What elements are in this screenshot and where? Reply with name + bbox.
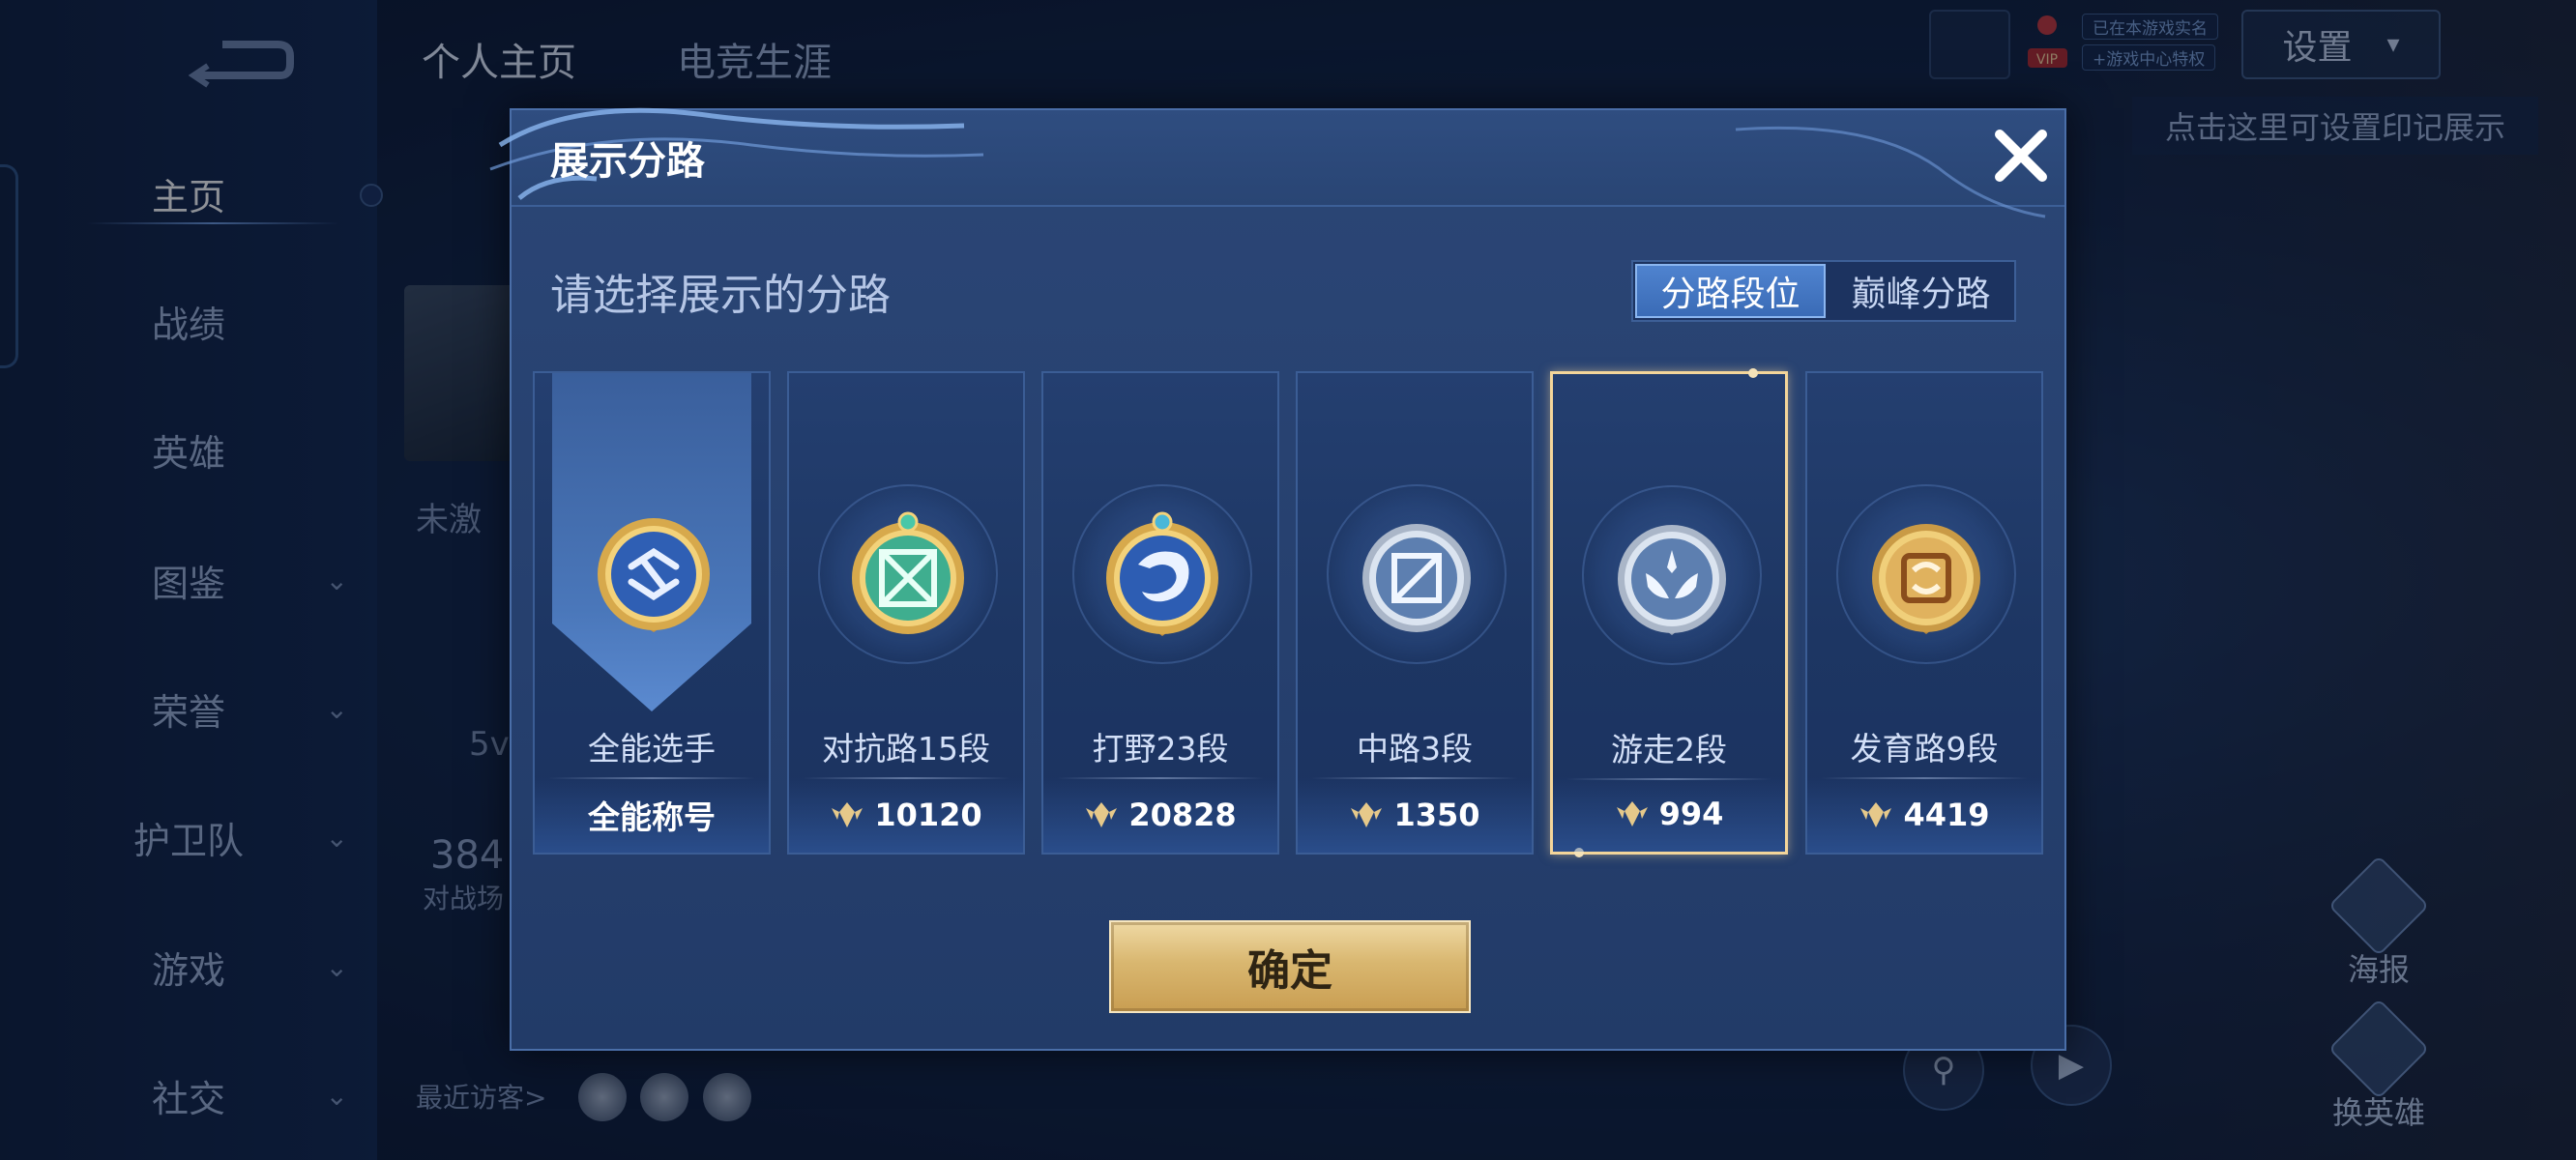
lane-card-clash[interactable]: 对抗路15段 10120 [787,371,1025,855]
lane-card-label: 发育路9段 [1850,730,1999,768]
lane-card-all-round[interactable]: 全能选手 全能称号 [533,371,771,855]
lane-score-icon [1086,802,1118,827]
dialog-title: 展示分路 [550,139,705,184]
confirm-button[interactable]: 确定 [1109,920,1471,1013]
mid-lane-emblem-icon [1362,524,1471,632]
lane-score-value: 994 [1658,796,1724,832]
card-footer: 20828 [1043,777,1277,853]
corner-sparkle [1748,368,1758,378]
close-icon [1995,130,2047,182]
lane-display-dialog: 展示分路 请选择展示的分路 分路段位 巅峰分路 全能选手 全能称号 对抗路15段… [489,107,2066,1051]
card-footer: 994 [1553,776,1785,852]
roam-emblem-icon [1618,525,1726,635]
lane-card-jungle[interactable]: 打野23段 20828 [1041,371,1279,855]
lane-card-value: 全能称号 [588,798,716,836]
dialog-header [512,110,2064,207]
card-footer: 1350 [1298,777,1532,853]
lane-card-label: 全能选手 [588,730,716,768]
lane-card-label: 游走2段 [1611,731,1727,768]
lane-score-value: 4419 [1903,797,1990,833]
lane-score-icon [1860,802,1892,827]
close-button[interactable] [1985,120,2057,191]
lane-card-label: 中路3段 [1357,730,1473,768]
card-footer: 4419 [1807,777,2041,853]
lane-card-label: 打野23段 [1092,730,1229,768]
card-footer: 全能称号 [535,777,769,853]
card-footer: 10120 [789,777,1023,853]
lane-type-toggle: 分路段位 巅峰分路 [1631,260,2016,322]
clash-lane-emblem-icon [852,511,964,634]
lane-score-value: 20828 [1128,797,1237,833]
jungle-emblem-icon [1106,511,1218,636]
lane-card-list: 全能选手 全能称号 对抗路15段 10120 打野23段 20828 中路3段 … [533,368,2047,857]
all-round-emblem-icon [598,518,710,632]
lane-score-value: 10120 [874,797,982,833]
tab-peak-lane[interactable]: 巅峰分路 [1828,262,2014,320]
lane-card-mid[interactable]: 中路3段 1350 [1296,371,1534,855]
tab-lane-rank[interactable]: 分路段位 [1635,264,1826,318]
lane-card-farm[interactable]: 发育路9段 4419 [1805,371,2043,855]
farm-lane-emblem-icon [1872,524,1980,634]
lane-score-value: 1350 [1393,797,1480,833]
lane-score-icon [1616,801,1648,826]
lane-card-roam[interactable]: 游走2段 994 [1550,368,1788,857]
lane-score-icon [832,802,864,827]
lane-score-icon [1351,802,1383,827]
dialog-subtitle: 请选择展示的分路 [550,271,891,320]
lane-card-label: 对抗路15段 [822,730,990,768]
